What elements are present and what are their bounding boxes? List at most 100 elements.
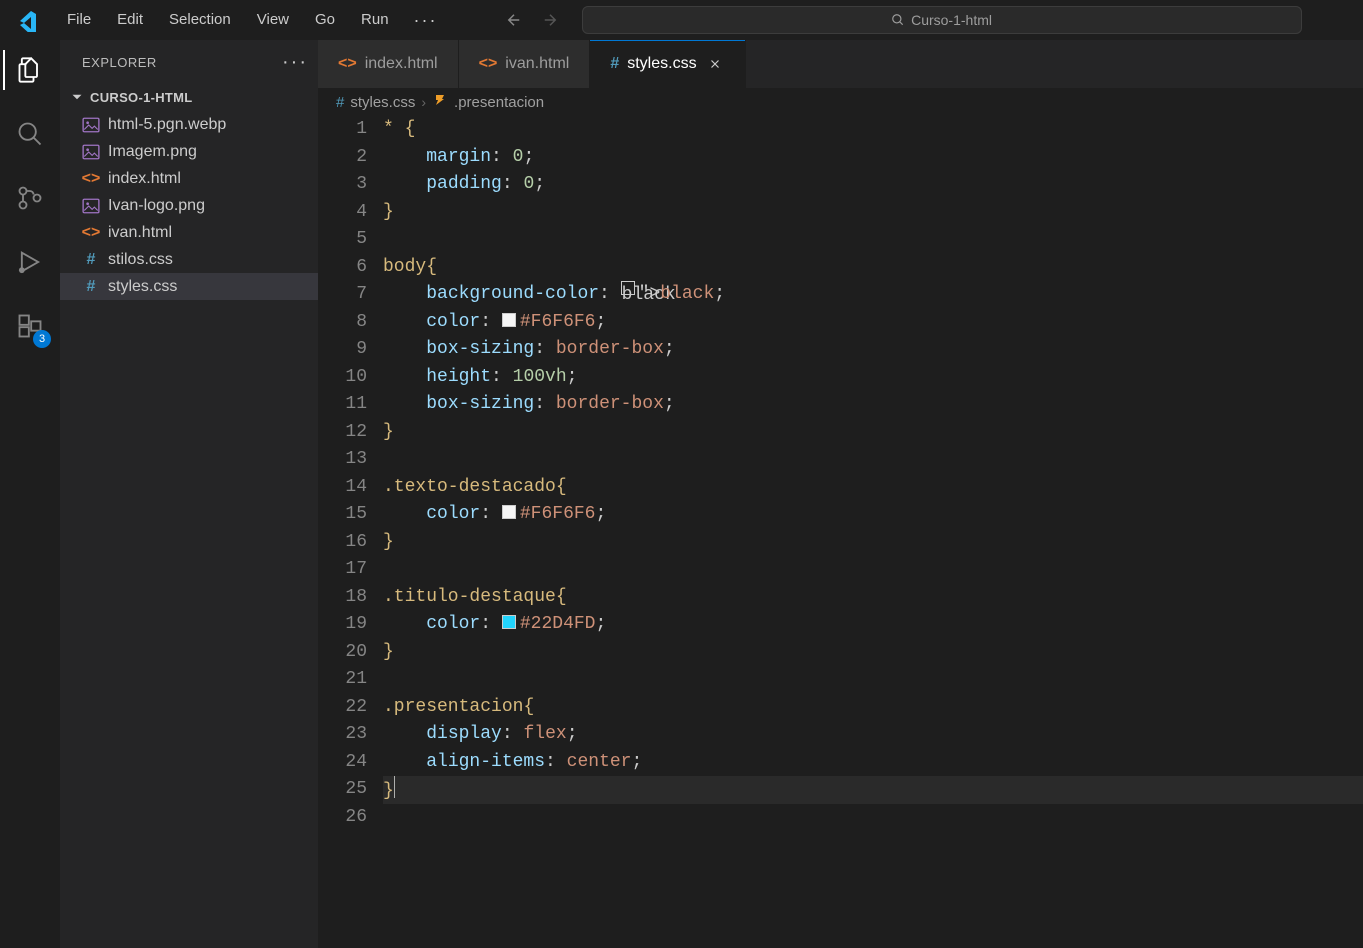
line-number: 25 (318, 776, 367, 804)
file-name: Imagem.png (108, 143, 197, 161)
nav-forward-icon[interactable] (536, 6, 564, 34)
extensions-badge: 3 (33, 330, 51, 348)
line-number: 11 (318, 391, 367, 419)
code-line[interactable]: } (383, 639, 1363, 667)
editor-area: <>index.html<>ivan.html#styles.css # sty… (318, 40, 1363, 948)
code-line[interactable]: } (383, 199, 1363, 227)
code-line[interactable]: color: #F6F6F6; (383, 501, 1363, 529)
vscode-logo (14, 8, 38, 32)
code-line[interactable]: padding: 0; (383, 171, 1363, 199)
file-name: index.html (108, 170, 181, 188)
code-line[interactable]: color: #22D4FD; (383, 611, 1363, 639)
code-line[interactable]: background-color: black">black; (383, 281, 1363, 309)
html-file-icon: <> (82, 170, 100, 188)
html-file-icon: <> (338, 55, 357, 73)
line-number: 4 (318, 199, 367, 227)
tab-label: ivan.html (505, 55, 569, 73)
file-item[interactable]: <> index.html (60, 165, 318, 192)
line-number: 12 (318, 419, 367, 447)
html-file-icon: <> (479, 55, 498, 73)
line-number: 21 (318, 666, 367, 694)
sidebar-more-icon[interactable]: ··· (282, 51, 308, 74)
activity-extensions-icon[interactable]: 3 (3, 306, 57, 346)
editor-tab[interactable]: <> ivan.html (459, 40, 591, 88)
code-editor[interactable]: 1234567891011121314151617181920212223242… (318, 116, 1363, 948)
project-header[interactable]: CURSO-1-HTML (60, 85, 318, 109)
file-name: html-5.pgn.webp (108, 116, 226, 134)
tab-label: styles.css (627, 55, 696, 73)
file-item[interactable]: <>ivan.html (60, 219, 318, 246)
code-line[interactable] (383, 666, 1363, 694)
code-line[interactable]: color: #F6F6F6; (383, 309, 1363, 337)
editor-tab[interactable]: <>index.html (318, 40, 459, 88)
code-line[interactable] (383, 556, 1363, 584)
code-line[interactable]: display: flex; (383, 721, 1363, 749)
file-name: styles.css (108, 278, 177, 296)
file-item[interactable]: # styles.css (60, 273, 318, 300)
breadcrumb-item: styles.css (350, 94, 415, 111)
code-line[interactable]: .titulo-destaque{ (383, 584, 1363, 612)
menu-edit[interactable]: Edit (106, 6, 154, 34)
line-number: 20 (318, 639, 367, 667)
line-number: 19 (318, 611, 367, 639)
file-item[interactable]: Imagem.png (60, 138, 318, 165)
project-name: CURSO-1-HTML (90, 90, 193, 105)
code-line[interactable]: .texto-destacado{ (383, 474, 1363, 502)
code-line[interactable]: align-items: center; (383, 749, 1363, 777)
code-line[interactable]: margin: 0; (383, 144, 1363, 172)
code-line[interactable]: } (383, 776, 1363, 804)
file-item[interactable]: Ivan-logo.png (60, 192, 318, 219)
symbol-icon (432, 92, 448, 112)
menu-file[interactable]: File (56, 6, 102, 34)
code-line[interactable] (383, 446, 1363, 474)
line-number: 14 (318, 474, 367, 502)
line-number: 26 (318, 804, 367, 832)
file-name: stilos.css (108, 251, 173, 269)
file-item[interactable]: html-5.pgn.webp (60, 111, 318, 138)
line-number: 13 (318, 446, 367, 474)
code-line[interactable] (383, 804, 1363, 832)
editor-tab[interactable]: #styles.css (590, 40, 745, 88)
code-line[interactable]: } (383, 419, 1363, 447)
image-file-icon (82, 197, 100, 215)
css-file-icon: # (336, 94, 344, 111)
menu-more-icon[interactable]: ··· (404, 10, 448, 31)
code-line[interactable]: * { (383, 116, 1363, 144)
menu-go[interactable]: Go (304, 6, 346, 34)
nav-back-icon[interactable] (500, 6, 528, 34)
menu-run[interactable]: Run (350, 6, 400, 34)
line-number: 17 (318, 556, 367, 584)
line-number: 3 (318, 171, 367, 199)
line-number: 6 (318, 254, 367, 282)
activity-scm-icon[interactable] (3, 178, 57, 218)
css-file-icon: # (82, 278, 100, 296)
code-line[interactable]: height: 100vh; (383, 364, 1363, 392)
line-number: 23 (318, 721, 367, 749)
activitybar: 3 (0, 40, 60, 948)
line-number: 5 (318, 226, 367, 254)
sidebar-title: EXPLORER (82, 55, 157, 70)
breadcrumb[interactable]: # styles.css › .presentacion (318, 88, 1363, 116)
titlebar: File Edit Selection View Go Run ··· Curs… (0, 0, 1363, 40)
menu-view[interactable]: View (246, 6, 300, 34)
code-line[interactable]: .presentacion{ (383, 694, 1363, 722)
menu-selection[interactable]: Selection (158, 6, 242, 34)
code-line[interactable] (383, 226, 1363, 254)
line-number: 2 (318, 144, 367, 172)
chevron-right-icon: › (421, 94, 426, 110)
image-file-icon (82, 116, 100, 134)
line-number: 22 (318, 694, 367, 722)
code-line[interactable]: body{ (383, 254, 1363, 282)
code-line[interactable]: box-sizing: border-box; (383, 391, 1363, 419)
line-number: 10 (318, 364, 367, 392)
file-name: Ivan-logo.png (108, 197, 205, 215)
activity-search-icon[interactable] (3, 114, 57, 154)
close-icon[interactable] (705, 54, 725, 74)
activity-debug-icon[interactable] (3, 242, 57, 282)
activity-explorer-icon[interactable] (3, 50, 57, 90)
code-line[interactable]: box-sizing: border-box; (383, 336, 1363, 364)
code-line[interactable]: } (383, 529, 1363, 557)
command-center[interactable]: Curso-1-html (582, 6, 1302, 34)
file-item[interactable]: #stilos.css (60, 246, 318, 273)
line-number: 8 (318, 309, 367, 337)
